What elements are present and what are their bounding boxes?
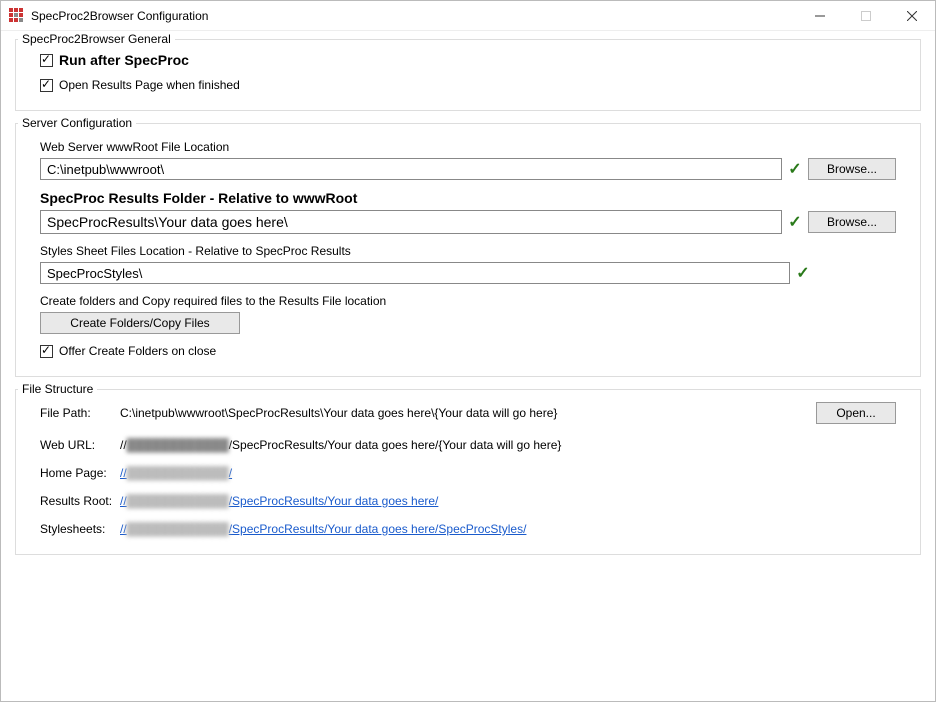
stylesheets-label: Stylesheets: xyxy=(40,522,120,536)
offer-create-label: Offer Create Folders on close xyxy=(59,344,216,358)
titlebar: SpecProc2Browser Configuration xyxy=(1,1,935,31)
home-page-label: Home Page: xyxy=(40,466,120,480)
close-button[interactable] xyxy=(889,1,935,31)
window-title: SpecProc2Browser Configuration xyxy=(31,9,208,23)
home-page-link[interactable]: //████████████/ xyxy=(120,466,806,480)
run-after-checkbox[interactable] xyxy=(40,54,53,67)
file-path-label: File Path: xyxy=(40,406,120,420)
results-folder-label: SpecProc Results Folder - Relative to ww… xyxy=(40,190,896,206)
file-path-value: C:\inetpub\wwwroot\SpecProcResults\Your … xyxy=(120,406,806,420)
web-url-value: //████████████/SpecProcResults/Your data… xyxy=(120,438,806,452)
server-legend: Server Configuration xyxy=(18,116,136,130)
file-structure-legend: File Structure xyxy=(18,382,97,396)
maximize-button xyxy=(843,1,889,31)
check-icon: ✓ xyxy=(786,212,804,232)
check-icon: ✓ xyxy=(794,263,812,283)
wwwroot-input[interactable] xyxy=(40,158,782,180)
open-button[interactable]: Open... xyxy=(816,402,896,424)
app-icon xyxy=(9,8,25,24)
run-after-label: Run after SpecProc xyxy=(59,52,189,68)
file-structure-group: File Structure File Path: C:\inetpub\www… xyxy=(15,389,921,555)
open-results-checkbox[interactable] xyxy=(40,79,53,92)
browse-results-button[interactable]: Browse... xyxy=(808,211,896,233)
web-url-label: Web URL: xyxy=(40,438,120,452)
results-root-label: Results Root: xyxy=(40,494,120,508)
general-legend: SpecProc2Browser General xyxy=(18,32,175,46)
browse-wwwroot-button[interactable]: Browse... xyxy=(808,158,896,180)
server-config-group: Server Configuration Web Server wwwRoot … xyxy=(15,123,921,377)
check-icon: ✓ xyxy=(786,159,804,179)
minimize-button[interactable] xyxy=(797,1,843,31)
stylesheets-link[interactable]: //████████████/SpecProcResults/Your data… xyxy=(120,522,806,536)
styles-input[interactable] xyxy=(40,262,790,284)
general-group: SpecProc2Browser General Run after SpecP… xyxy=(15,39,921,111)
copy-instruction: Create folders and Copy required files t… xyxy=(40,294,896,308)
offer-create-checkbox[interactable] xyxy=(40,345,53,358)
create-folders-button[interactable]: Create Folders/Copy Files xyxy=(40,312,240,334)
styles-label: Styles Sheet Files Location - Relative t… xyxy=(40,244,896,258)
wwwroot-label: Web Server wwwRoot File Location xyxy=(40,140,896,154)
results-folder-input[interactable] xyxy=(40,210,782,234)
results-root-link[interactable]: //████████████/SpecProcResults/Your data… xyxy=(120,494,806,508)
open-results-label: Open Results Page when finished xyxy=(59,78,240,92)
window-controls xyxy=(797,1,935,31)
